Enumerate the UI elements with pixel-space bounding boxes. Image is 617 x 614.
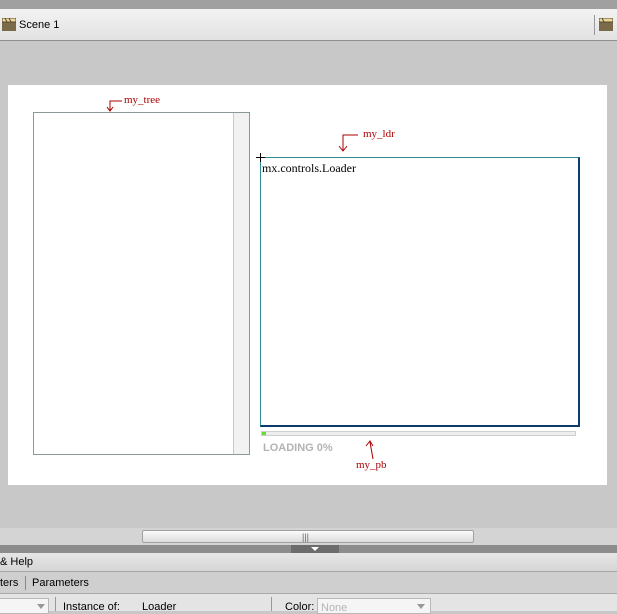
- progress-bar-fill: [262, 432, 266, 435]
- help-panel-title: & Help: [0, 556, 34, 568]
- progress-annotation-arrow-icon: [365, 440, 374, 460]
- loader-annotation-arrow-icon: [338, 134, 358, 152]
- help-panel-header[interactable]: & Help: [0, 553, 617, 572]
- edit-scene-icon[interactable]: [599, 18, 613, 31]
- color-label: Color:: [285, 601, 315, 613]
- chevron-down-icon: [37, 604, 45, 609]
- scene-clapper-icon[interactable]: [2, 18, 16, 31]
- tree-component[interactable]: [33, 112, 250, 455]
- tab-divider: [25, 576, 26, 590]
- collapse-arrow-icon: [311, 547, 319, 551]
- tree-annotation-label: my_tree: [124, 94, 161, 106]
- scene-edit-bar: Scene 1: [0, 9, 617, 41]
- properties-panel-body: Instance of: Loader Color: None: [0, 594, 617, 614]
- tree-scrollbar[interactable]: [233, 113, 249, 454]
- loader-annotation-label: my_ldr: [363, 128, 395, 140]
- scene-label[interactable]: Scene 1: [19, 19, 59, 31]
- panel-divider: [55, 597, 56, 611]
- tree-annotation-arrow-icon: [106, 100, 122, 112]
- window-top-strip: [0, 0, 617, 9]
- toolbar-separator: [594, 15, 595, 35]
- properties-tab-bar: ters Parameters: [0, 572, 617, 594]
- scroll-grip-icon: |||: [302, 532, 310, 542]
- progress-label: LOADING 0%: [263, 442, 333, 454]
- instance-of-value: Loader: [142, 601, 177, 613]
- progress-annotation-label: my_pb: [356, 459, 387, 471]
- panel-divider-2: [271, 597, 272, 611]
- tab-parameters[interactable]: Parameters: [32, 577, 89, 589]
- color-effect-value: None: [321, 602, 348, 614]
- loader-class-label: mx.controls.Loader: [262, 161, 356, 175]
- progress-bar[interactable]: [261, 431, 576, 436]
- loader-component[interactable]: mx.controls.Loader: [260, 157, 580, 427]
- registration-point-vertical: [260, 153, 261, 162]
- horizontal-scroll-thumb[interactable]: |||: [142, 530, 474, 543]
- chevron-down-icon: [417, 604, 425, 609]
- symbol-type-select[interactable]: [0, 598, 49, 614]
- tab-filters[interactable]: ters: [0, 577, 18, 589]
- color-effect-select[interactable]: None: [317, 598, 431, 614]
- instance-of-label: Instance of:: [63, 601, 120, 613]
